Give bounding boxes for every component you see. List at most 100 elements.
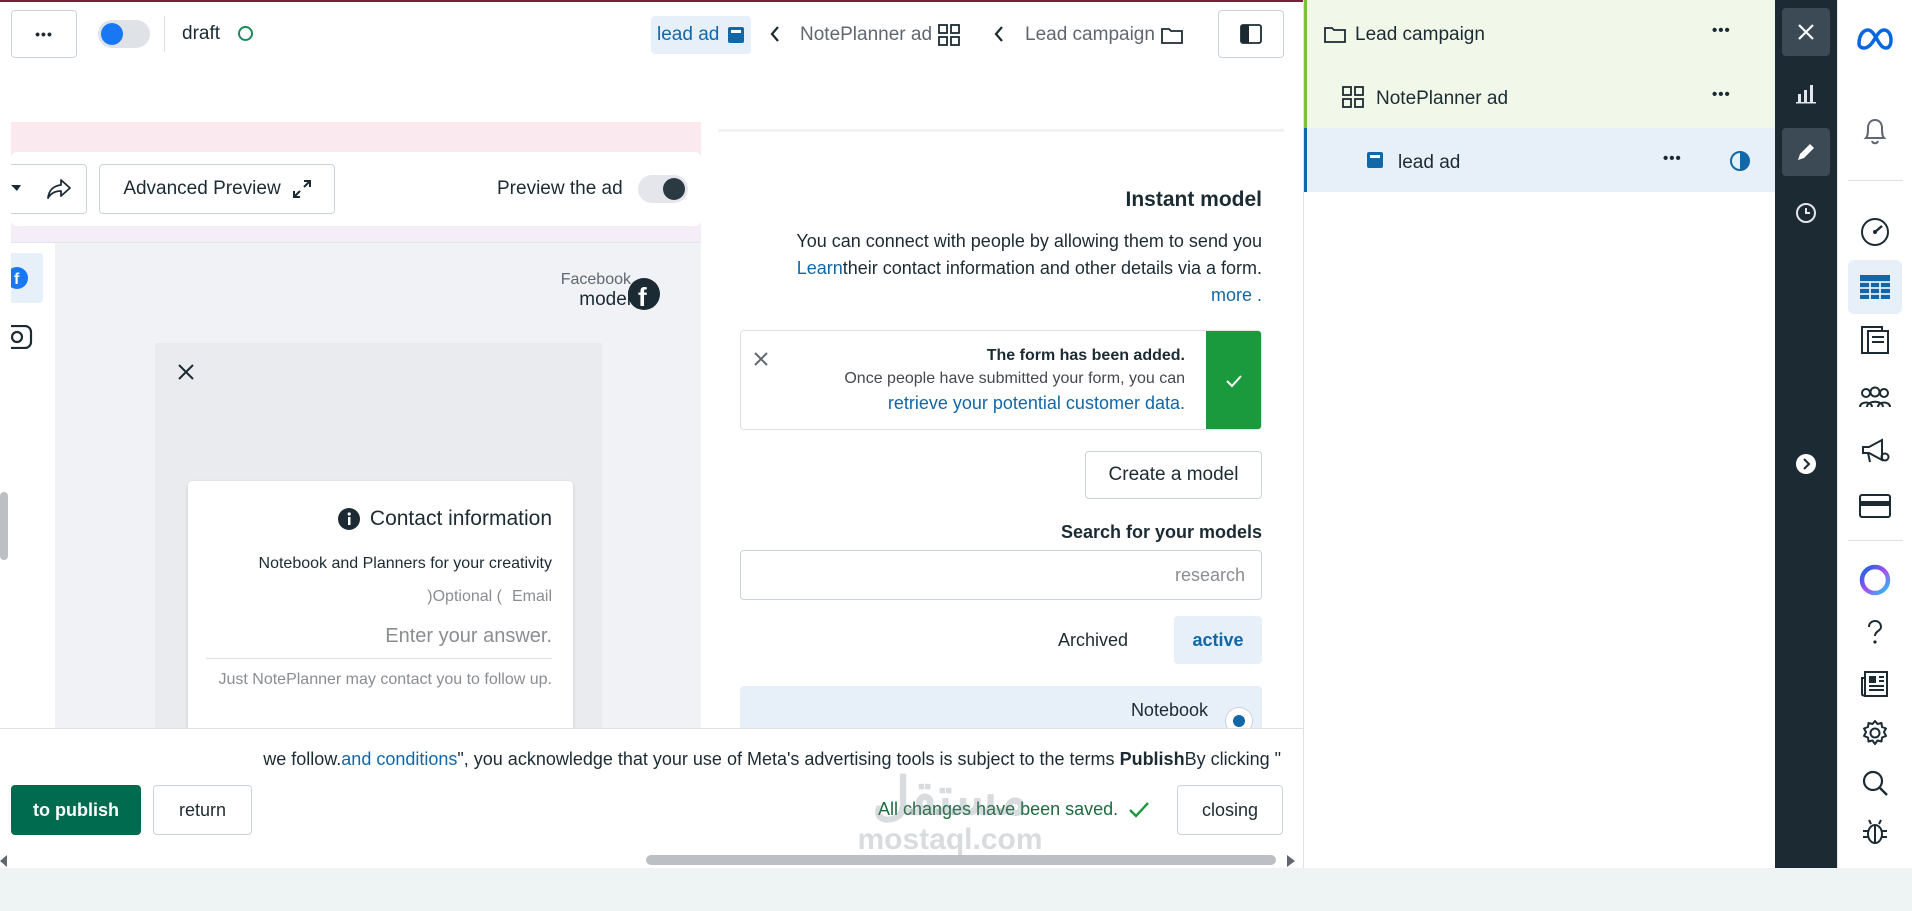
tree-campaign-row[interactable]	[1304, 0, 1775, 128]
book-icon	[1859, 325, 1891, 355]
campaign-more-button[interactable]: •••	[1712, 22, 1731, 39]
divider	[164, 16, 165, 52]
advanced-preview-button[interactable]: Advanced Preview	[99, 164, 335, 214]
terms-mid: ", you acknowledge that your use of Meta…	[457, 749, 1120, 769]
chevron-left-icon	[992, 24, 1006, 44]
preview-toolbar: Advanced Preview Preview the ad	[11, 152, 701, 226]
question-icon	[1864, 619, 1886, 645]
terms-link[interactable]: and conditions	[341, 749, 457, 769]
facebook-icon: f	[11, 267, 33, 289]
search-button[interactable]	[1838, 769, 1912, 797]
search-models-input[interactable]: research	[740, 550, 1262, 600]
help-button[interactable]	[1838, 619, 1912, 645]
history-button[interactable]	[1775, 202, 1837, 224]
settings-column: Instant model You can connect with peopl…	[718, 148, 1284, 748]
campaigns-button[interactable]	[1838, 437, 1912, 465]
terms-suffix: By clicking "	[1184, 749, 1281, 769]
share-button[interactable]	[11, 164, 87, 214]
more-options-button[interactable]: •••	[11, 10, 77, 58]
tab-active[interactable]: active	[1174, 616, 1262, 664]
news-button[interactable]	[1838, 670, 1912, 698]
form-added-notice: The form has been added. Once people hav…	[740, 330, 1262, 430]
status-toggle[interactable]	[98, 20, 150, 48]
notifications-button[interactable]	[1838, 116, 1912, 146]
table-icon	[1859, 274, 1891, 300]
create-model-button[interactable]: Create a model	[1085, 451, 1262, 499]
meta-ai-button[interactable]	[1838, 563, 1912, 597]
notice-text: Once people have submitted your form, yo…	[844, 370, 1185, 387]
svg-text:f: f	[14, 271, 20, 288]
breadcrumb-campaign[interactable]: Lead campaign	[1025, 16, 1183, 54]
close-icon[interactable]	[753, 351, 769, 367]
expand-rail-button[interactable]	[1775, 453, 1837, 475]
email-field[interactable]: Enter your answer.	[385, 625, 552, 648]
breadcrumb-campaign-label: Lead campaign	[1025, 24, 1155, 45]
close-panel-button[interactable]	[1782, 8, 1830, 56]
scroll-left-icon[interactable]	[0, 855, 8, 867]
pages-button[interactable]	[1838, 325, 1912, 355]
top-bar: ••• draft lead ad NotePlanner ad Lead ca…	[0, 2, 1303, 68]
search-icon	[1861, 769, 1889, 797]
adset-more-button[interactable]: •••	[1712, 86, 1731, 103]
breadcrumb-current[interactable]: lead ad	[651, 16, 752, 54]
learn-link[interactable]: Learn	[797, 258, 843, 278]
meta-logo-icon	[1855, 26, 1895, 52]
left-scrollbar-thumb[interactable]	[0, 492, 8, 560]
instant-model-description: You can connect with people by allowing …	[742, 228, 1262, 309]
dashboard-button[interactable]	[1838, 217, 1912, 247]
ad-icon	[1366, 151, 1384, 169]
more-link[interactable]: more .	[1211, 285, 1262, 305]
breadcrumb-adset-label: NotePlanner ad	[800, 24, 933, 45]
edit-button[interactable]	[1782, 128, 1830, 176]
publish-button[interactable]: to publish	[11, 785, 141, 835]
share-icon	[46, 177, 72, 201]
breadcrumb-current-label: lead ad	[657, 24, 720, 45]
retrieve-data-link[interactable]: retrieve your potential customer data.	[888, 393, 1185, 414]
platform-label-line1: Facebook	[560, 271, 631, 288]
preview-canvas: f Facebook model f Contact information N…	[11, 242, 701, 743]
closing-button[interactable]: closing	[1177, 785, 1283, 835]
close-icon	[1797, 23, 1815, 41]
scroll-right-icon[interactable]	[1287, 855, 1295, 867]
check-icon	[1225, 374, 1242, 388]
preview-toggle-label: Preview the ad	[497, 178, 623, 199]
instagram-icon[interactable]	[11, 325, 33, 349]
terms-text: we follow.and conditions", you acknowled…	[263, 749, 1281, 770]
ad-more-button[interactable]: •••	[1663, 150, 1682, 167]
notice-success-strip	[1206, 331, 1261, 429]
horizontal-scrollbar-thumb[interactable]	[646, 855, 1276, 865]
settings-button[interactable]	[1838, 719, 1912, 747]
svg-text:f: f	[638, 282, 647, 311]
folder-icon	[1161, 25, 1183, 45]
preview-toggle[interactable]	[638, 175, 688, 203]
breadcrumb-adset[interactable]: NotePlanner ad	[800, 16, 960, 54]
ads-manager-button[interactable]	[1848, 260, 1902, 314]
radio-dot	[1233, 715, 1245, 727]
info-icon	[337, 508, 360, 530]
toggle-knob	[663, 178, 685, 200]
billing-button[interactable]	[1838, 494, 1912, 518]
grid-icon	[938, 24, 960, 46]
newspaper-icon	[1860, 670, 1890, 698]
watermark-arabic: مستقل	[872, 768, 1028, 826]
search-models-label: Search for your models	[1060, 522, 1262, 542]
rail-divider	[1848, 180, 1903, 181]
field-note: Just NotePlanner may contact you to foll…	[218, 671, 552, 688]
return-button[interactable]: return	[153, 785, 252, 835]
stats-button[interactable]	[1775, 82, 1837, 104]
meta-ai-icon	[1858, 563, 1892, 597]
audiences-button[interactable]	[1838, 385, 1912, 409]
optional-label: )Optional (	[427, 588, 502, 605]
report-bug-button[interactable]	[1838, 817, 1912, 847]
sidebar-icon	[1240, 24, 1262, 44]
tab-archived[interactable]: Archived	[1048, 616, 1138, 664]
toggle-panel-button[interactable]	[1218, 10, 1284, 58]
description-line2: Learntheir contact information and other…	[742, 255, 1262, 282]
instant-model-title: Instant model	[1125, 188, 1262, 211]
watermark-latin: mostaql.com	[857, 823, 1043, 856]
close-icon[interactable]	[177, 363, 195, 381]
left-scroll-track[interactable]	[0, 130, 8, 720]
check-icon	[1128, 801, 1150, 819]
meta-logo[interactable]	[1838, 26, 1912, 52]
contact-subtitle: Notebook and Planners for your creativit…	[258, 555, 552, 572]
